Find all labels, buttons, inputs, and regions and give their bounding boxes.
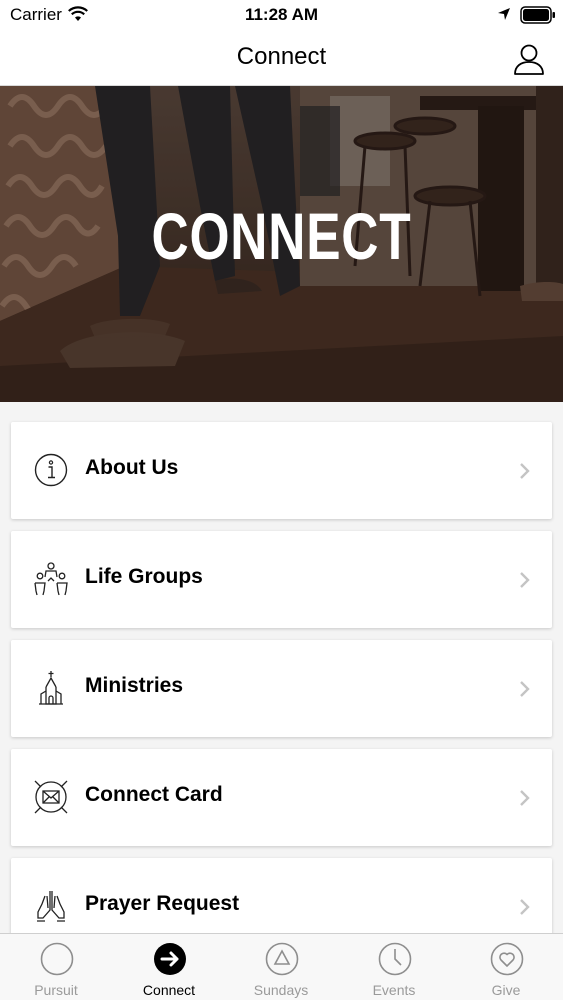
- connect-card-label: Connect Card: [85, 783, 223, 806]
- envelope-icon: [33, 779, 69, 815]
- chevron-right-icon: [518, 680, 532, 698]
- ministries-label: Ministries: [85, 674, 184, 697]
- tab-connect[interactable]: Connect: [113, 934, 225, 1000]
- tab-label: Give: [491, 982, 521, 998]
- life-groups-item[interactable]: Life Groups: [11, 531, 552, 628]
- about-us-label: About Us: [85, 456, 179, 479]
- tab-label: Pursuit: [34, 982, 78, 998]
- location-arrow-icon: [497, 7, 511, 26]
- tab-label: Sundays: [253, 982, 309, 998]
- praying-hands-icon: [33, 888, 69, 924]
- tab-give[interactable]: Give: [450, 934, 562, 1000]
- page-title: Connect: [236, 43, 327, 70]
- profile-icon[interactable]: [512, 42, 546, 76]
- info-icon: [33, 452, 69, 488]
- battery-icon: [520, 6, 556, 29]
- clock-icon: [378, 942, 412, 976]
- connect-card-item[interactable]: Connect Card: [11, 749, 552, 846]
- tab-sundays[interactable]: Sundays: [225, 934, 337, 1000]
- arrow-right-icon: [153, 942, 187, 976]
- tab-label: Connect: [142, 982, 196, 998]
- prayer-request-label: Prayer Request: [85, 892, 240, 915]
- tab-bar: Pursuit Connect Sundays Events Give: [0, 933, 563, 1000]
- hero-banner: CONNECT: [0, 86, 563, 402]
- navigation-bar: Connect: [0, 32, 563, 86]
- chevron-right-icon: [518, 571, 532, 589]
- tab-events[interactable]: Events: [338, 934, 450, 1000]
- tab-label: Events: [372, 982, 416, 998]
- chevron-right-icon: [518, 462, 532, 480]
- circle-icon: [40, 942, 74, 976]
- chevron-right-icon: [518, 789, 532, 807]
- chevron-right-icon: [518, 898, 532, 916]
- about-us-item[interactable]: About Us: [11, 422, 552, 519]
- clock-time: 11:28 AM: [244, 5, 319, 24]
- life-groups-label: Life Groups: [85, 565, 203, 588]
- heart-icon: [490, 942, 524, 976]
- church-icon: [33, 670, 69, 706]
- status-bar: Carrier 11:28 AM: [0, 0, 563, 32]
- tab-pursuit[interactable]: Pursuit: [0, 934, 112, 1000]
- triangle-icon: [265, 942, 299, 976]
- hero-title: CONNECT: [151, 199, 412, 273]
- ministries-item[interactable]: Ministries: [11, 640, 552, 737]
- people-icon: [33, 561, 69, 597]
